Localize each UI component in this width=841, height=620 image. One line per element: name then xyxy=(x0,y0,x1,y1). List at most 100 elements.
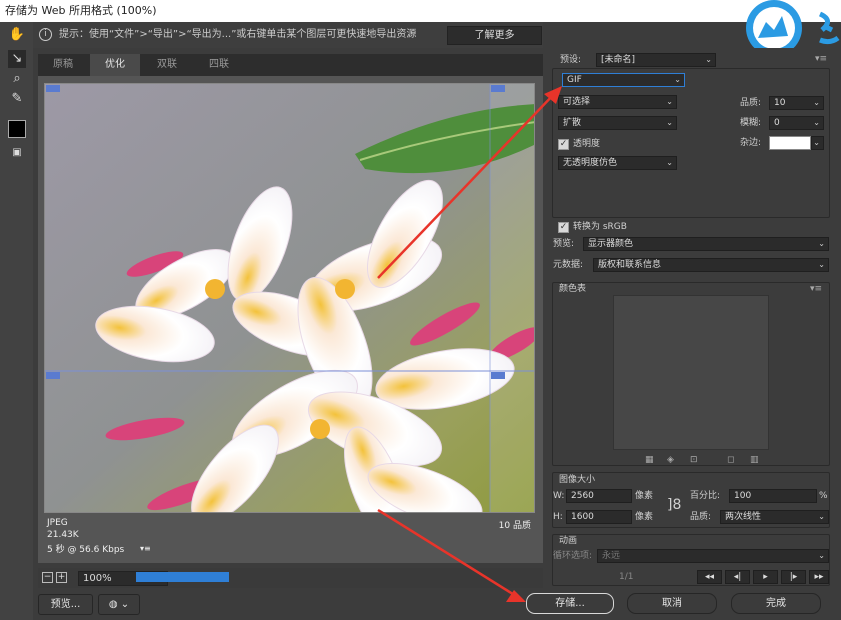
slice-tag xyxy=(46,85,60,92)
map-transparent-icon[interactable]: ▦ xyxy=(645,455,654,465)
tab-4-up[interactable]: 四联 xyxy=(194,54,244,76)
learn-more-button[interactable]: 了解更多 xyxy=(447,26,542,45)
settings-panel: 预设: [未命名] ⌄ ▾≡ GIF ⌄ 可选择 ⌄ 扩散 ⌄ ✓ 透明度 无透明度仿色… xyxy=(547,48,841,620)
first-frame-icon[interactable]: ◂◂ xyxy=(697,570,722,584)
save-button[interactable]: 存储... xyxy=(526,593,614,614)
hand-icon[interactable]: ✋ xyxy=(8,26,26,44)
color-table-grid xyxy=(613,295,769,450)
chevron-down-icon: ⌄ xyxy=(813,98,820,107)
toolbox: ✋ ↘ ⌕ ✎ ▣ xyxy=(0,22,33,620)
browser-icon: ◍ xyxy=(108,599,118,610)
reduction-select[interactable]: 可选择 ⌄ xyxy=(558,95,677,109)
blur-value: 0 xyxy=(774,118,780,128)
transparency-checkbox[interactable]: ✓ xyxy=(558,139,569,150)
zoom-value: 100% xyxy=(83,573,112,584)
percent-sign: % xyxy=(819,491,828,501)
chevron-down-icon: ⌄ xyxy=(818,260,825,269)
width-field[interactable]: 2560 xyxy=(566,489,632,503)
preview-button[interactable]: 预览... xyxy=(38,594,93,615)
hint-text: 提示：使用“文件”>“导出”>“导出为...”或右键单击某个图层可更快速地导出资… xyxy=(59,29,417,40)
tab-optimized[interactable]: 优化 xyxy=(90,54,140,76)
preset-value: [未命名] xyxy=(601,55,636,65)
matte-menu[interactable]: ⌄ xyxy=(811,136,824,150)
percent-field[interactable]: 100 xyxy=(729,489,817,503)
width-unit: 像素 xyxy=(635,491,654,501)
convert-srgb-checkbox[interactable]: ✓ xyxy=(558,222,569,233)
chevron-down-icon: ⌄ xyxy=(818,512,825,521)
slice-tag xyxy=(491,372,505,379)
resample-value: 两次线性 xyxy=(725,512,762,522)
preview-value: 显示器颜色 xyxy=(588,239,634,249)
prev-frame-icon[interactable]: ◂| xyxy=(725,570,750,584)
blur-field[interactable]: 0 ⌄ xyxy=(769,116,824,130)
download-rate-menu-icon[interactable]: ▾≡ xyxy=(140,544,151,553)
quality-field[interactable]: 10 ⌄ xyxy=(769,96,824,110)
toggle-slices-icon[interactable]: ▣ xyxy=(8,144,26,162)
dither-select[interactable]: 扩散 ⌄ xyxy=(558,116,677,130)
frame-counter: 1/1 xyxy=(619,572,634,582)
chevron-down-icon: ⌄ xyxy=(813,118,820,127)
chevron-down-icon: ⌄ xyxy=(666,158,673,167)
window-title: 存储为 Web 所用格式 (100%) xyxy=(0,0,841,22)
format-select[interactable]: GIF ⌄ xyxy=(562,73,685,87)
cancel-button[interactable]: 取消 xyxy=(627,593,717,614)
metadata-value: 版权和联系信息 xyxy=(598,260,662,270)
quality-value: 10 xyxy=(774,98,786,108)
zoom-in-icon[interactable]: + xyxy=(56,572,67,583)
quality-label: 品质: xyxy=(740,98,762,108)
info-quality: 10 品质 xyxy=(498,521,531,531)
image-info: JPEG 21.43K 5 秒 @ 56.6 Kbps ▾≡ 10 品质 xyxy=(44,515,535,559)
preview-select[interactable]: 显示器颜色 ⌄ xyxy=(583,237,829,251)
matte-swatch[interactable] xyxy=(769,136,811,150)
slice-tag xyxy=(491,85,505,92)
tab-2-up[interactable]: 双联 xyxy=(142,54,192,76)
chevron-down-icon: ⌄ xyxy=(705,55,712,64)
zoom-icon[interactable]: ⌕ xyxy=(8,70,26,88)
transparency-label: 透明度 xyxy=(573,139,601,149)
chevron-down-icon: ⌄ xyxy=(818,551,825,560)
height-field[interactable]: 1600 xyxy=(566,510,632,524)
loop-select[interactable]: 永远 ⌄ xyxy=(597,549,829,563)
browser-select[interactable]: ◍ ⌄ xyxy=(98,594,140,615)
transparency-dither-value: 无透明度仿色 xyxy=(563,158,618,168)
transparency-dither-select[interactable]: 无透明度仿色 ⌄ xyxy=(558,156,677,170)
link-icon[interactable]: ]8 xyxy=(667,494,681,516)
color-table-title: 颜色表 xyxy=(559,284,587,294)
resample-label: 品质: xyxy=(690,512,712,522)
trash-icon[interactable]: ▥ xyxy=(750,455,759,465)
zoom-out-icon[interactable]: − xyxy=(42,572,53,583)
metadata-select[interactable]: 版权和联系信息 ⌄ xyxy=(593,258,829,272)
done-button[interactable]: 完成 xyxy=(731,593,821,614)
resample-select[interactable]: 两次线性 ⌄ xyxy=(720,510,829,524)
info-format: JPEG xyxy=(47,518,68,528)
play-icon[interactable]: ▸ xyxy=(753,570,778,584)
animation-title: 动画 xyxy=(559,536,578,546)
loop-value: 永远 xyxy=(602,551,621,561)
preview-label: 预览: xyxy=(553,239,575,249)
width-label: W: xyxy=(553,491,565,501)
slice-select-icon[interactable]: ↘ xyxy=(8,50,26,68)
color-table-menu-icon[interactable]: ▾≡ xyxy=(810,284,822,294)
tab-original[interactable]: 原稿 xyxy=(38,54,88,76)
web-shift-icon[interactable]: ◈ xyxy=(667,455,674,465)
chevron-down-icon: ⌄ xyxy=(666,118,673,127)
chevron-down-icon: ⌄ xyxy=(666,97,673,106)
eyedropper-icon[interactable]: ✎ xyxy=(8,90,26,108)
new-color-icon[interactable]: ◻ xyxy=(727,455,734,465)
preview-image[interactable] xyxy=(44,83,535,513)
slice-tag xyxy=(46,372,60,379)
convert-srgb-label: 转换为 sRGB xyxy=(573,222,627,232)
eyedropper-color-swatch[interactable] xyxy=(8,120,26,138)
metadata-label: 元数据: xyxy=(553,260,584,270)
lock-icon[interactable]: ⊡ xyxy=(690,455,698,465)
dither-value: 扩散 xyxy=(563,118,582,128)
panel-menu-icon[interactable]: ▾≡ xyxy=(815,54,827,64)
loop-label: 循环选项: xyxy=(553,551,593,561)
last-frame-icon[interactable]: ▸▸ xyxy=(809,570,829,584)
preset-select[interactable]: [未命名] ⌄ xyxy=(596,53,716,67)
chevron-down-icon: ⌄ xyxy=(674,75,681,84)
next-frame-icon[interactable]: |▸ xyxy=(781,570,806,584)
chevron-down-icon: ⌄ xyxy=(120,599,130,610)
info-size: 21.43K xyxy=(47,530,79,540)
height-unit: 像素 xyxy=(635,512,654,522)
